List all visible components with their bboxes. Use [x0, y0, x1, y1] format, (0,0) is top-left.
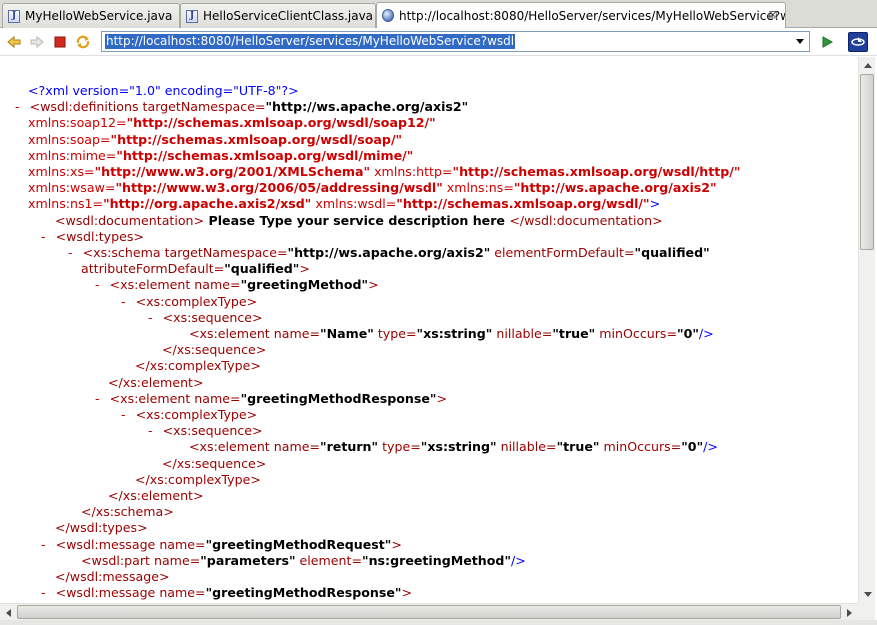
xml-close-tag: </xs:complexType>: [135, 358, 261, 373]
forward-icon: [30, 35, 44, 49]
scroll-down-arrow[interactable]: [859, 586, 876, 603]
forward-button[interactable]: [28, 33, 46, 51]
collapse-toggle[interactable]: -: [95, 277, 100, 292]
scroll-left-arrow[interactable]: [0, 604, 17, 621]
tab-label: http://localhost:8080/HelloServer/servic…: [399, 8, 786, 23]
vertical-scroll-thumb[interactable]: [860, 74, 874, 250]
xml-node-message: - <wsdl:message name="greetingMethodRequ…: [41, 537, 402, 552]
xml-close-tag: </xs:complexType>: [135, 472, 261, 487]
editor-tab-bar: J MyHelloWebService.java J HelloServiceC…: [0, 0, 877, 28]
tab-myhellowebservice-java[interactable]: J MyHelloWebService.java: [2, 3, 180, 28]
collapse-toggle[interactable]: -: [41, 585, 46, 600]
xml-node-documentation: <wsdl:documentation> Please Type your se…: [55, 213, 663, 228]
browser-menu-icon: [851, 37, 865, 46]
chevron-down-icon: [863, 592, 872, 597]
url-input[interactable]: [104, 33, 784, 50]
chevron-right-icon: [847, 608, 852, 617]
close-icon[interactable]: ⊠: [767, 8, 779, 21]
xml-close-tag: </wsdl:types>: [55, 520, 148, 535]
java-file-icon: J: [186, 9, 198, 23]
collapse-toggle[interactable]: -: [148, 423, 153, 438]
chevron-left-icon: [6, 608, 11, 617]
xml-attribute-line: attributeFormDefault="qualified">: [81, 261, 310, 276]
stop-icon: [54, 36, 66, 48]
back-icon: [7, 35, 21, 49]
xml-namespace-line: xmlns:soap12="http://schemas.xmlsoap.org…: [28, 115, 436, 130]
xml-namespace-line: xmlns:xs="http://www.w3.org/2001/XMLSche…: [28, 164, 741, 179]
vertical-scrollbar[interactable]: [858, 57, 875, 603]
go-icon: [822, 36, 834, 48]
stop-button[interactable]: [51, 33, 69, 51]
xml-node-message: - <wsdl:message name="greetingMethodResp…: [41, 585, 413, 600]
xml-close-tag: </wsdl:message>: [55, 569, 170, 584]
java-file-icon: J: [8, 9, 20, 23]
xml-declaration: <?xml version="1.0" encoding="UTF-8"?>: [28, 83, 299, 98]
refresh-icon: [76, 35, 90, 49]
xml-close-tag: </xs:sequence>: [162, 456, 267, 471]
xml-namespace-line: xmlns:soap="http://schemas.xmlsoap.org/w…: [28, 132, 403, 147]
refresh-button[interactable]: [74, 33, 92, 51]
scrollbar-corner: [858, 603, 875, 620]
tab-label: HelloServiceClientClass.java: [203, 9, 374, 23]
collapse-toggle[interactable]: -: [148, 310, 153, 325]
collapse-toggle[interactable]: -: [41, 537, 46, 552]
xml-node-element: - <xs:element name="greetingMethod">: [95, 277, 379, 292]
xml-node-definitions: - <wsdl:definitions targetNamespace="htt…: [15, 99, 469, 114]
xml-node-schema: - <xs:schema targetNamespace="http://ws.…: [68, 245, 710, 260]
xml-node-sequence: - <xs:sequence>: [148, 310, 263, 325]
xml-node-complextype: - <xs:complexType>: [121, 294, 258, 309]
xml-node-types: - <wsdl:types>: [41, 229, 144, 244]
tab-helloserviceclientclass-java[interactable]: J HelloServiceClientClass.java: [180, 3, 376, 28]
collapse-toggle[interactable]: -: [121, 407, 126, 422]
collapse-toggle[interactable]: -: [121, 294, 126, 309]
xml-node-element-leaf: <xs:element name="Name" type="xs:string"…: [189, 326, 714, 341]
xml-node-sequence: - <xs:sequence>: [148, 423, 263, 438]
browser-menu-button[interactable]: [848, 32, 868, 52]
xml-close-tag: </xs:sequence>: [162, 342, 267, 357]
xml-node-element: - <xs:element name="greetingMethodRespon…: [95, 391, 448, 406]
tab-wsdl-browser[interactable]: http://localhost:8080/HelloServer/servic…: [376, 2, 786, 28]
xml-node-part: <wsdl:part name="parameters" element="ns…: [81, 553, 526, 568]
browser-toolbar: http://localhost:8080/HelloServer/servic…: [0, 28, 877, 56]
scroll-up-arrow[interactable]: [859, 57, 876, 74]
xml-node-complextype: - <xs:complexType>: [121, 407, 258, 422]
collapse-toggle[interactable]: -: [41, 229, 46, 244]
xml-close-tag: </xs:element>: [108, 375, 204, 390]
window-bottom-border: [0, 620, 877, 625]
xml-namespace-line: xmlns:ns1="http://org.apache.axis2/xsd" …: [28, 196, 661, 211]
xml-namespace-line: xmlns:mime="http://schemas.xmlsoap.org/w…: [28, 148, 414, 163]
back-button[interactable]: [5, 33, 23, 51]
xml-close-tag: </xs:schema>: [81, 504, 174, 519]
url-history-dropdown[interactable]: [793, 34, 807, 49]
url-bar[interactable]: http://localhost:8080/HelloServer/servic…: [101, 31, 810, 52]
horizontal-scroll-thumb[interactable]: [17, 605, 841, 619]
scroll-right-arrow[interactable]: [841, 604, 858, 621]
collapse-toggle[interactable]: -: [68, 245, 73, 260]
collapse-toggle[interactable]: -: [95, 391, 100, 406]
xml-namespace-line: xmlns:wsaw="http://www.w3.org/2006/05/ad…: [28, 180, 717, 195]
chevron-up-icon: [863, 63, 872, 68]
collapse-toggle[interactable]: -: [15, 99, 20, 114]
chevron-down-icon: [796, 39, 804, 44]
tab-label: MyHelloWebService.java: [25, 9, 173, 23]
go-button[interactable]: [818, 33, 836, 51]
xml-document-view: <?xml version="1.0" encoding="UTF-8"?> -…: [0, 57, 858, 603]
globe-icon: [382, 9, 394, 22]
xml-node-element-leaf: <xs:element name="return" type="xs:strin…: [189, 439, 718, 454]
horizontal-scrollbar[interactable]: [0, 603, 858, 620]
xml-close-tag: </xs:element>: [108, 488, 204, 503]
